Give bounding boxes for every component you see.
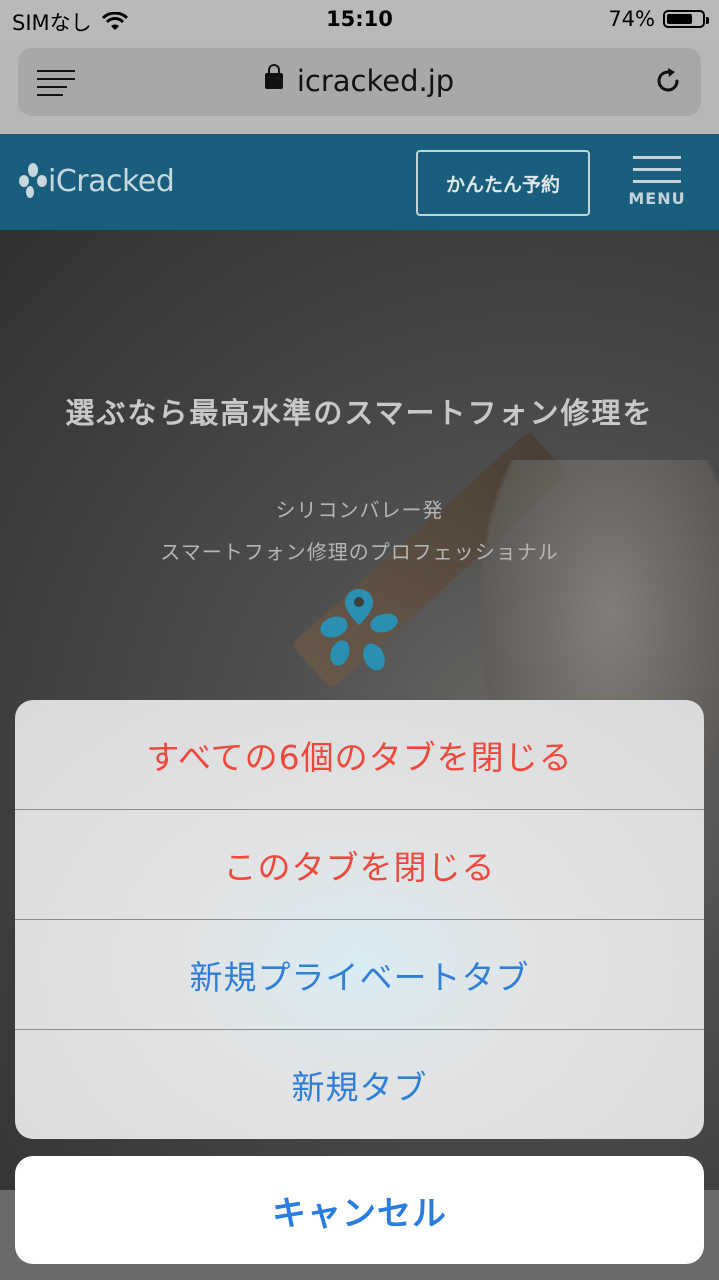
new-private-tab-button[interactable]: 新規プライベートタブ: [15, 920, 704, 1029]
new-tab-button[interactable]: 新規タブ: [15, 1030, 704, 1139]
menu-button[interactable]: MENU: [626, 156, 688, 218]
menu-label: MENU: [628, 189, 686, 208]
url-text: icracked.jp: [296, 64, 455, 98]
site-logo[interactable]: iCracked: [18, 156, 175, 206]
icracked-pin-logo-icon: [320, 589, 398, 671]
tab-action-sheet: すべての6個のタブを閉じる このタブを閉じる 新規プライベートタブ 新規タブ: [15, 700, 704, 1139]
battery-icon: [663, 10, 709, 28]
hero-headline: 選ぶなら最高水準のスマートフォン修理を: [65, 396, 654, 430]
status-bar: SIMなし 15:10 74%: [0, 0, 719, 40]
url-display[interactable]: icracked.jp: [18, 64, 701, 98]
icracked-flower-icon: [19, 163, 47, 198]
hero-subtitle-2: スマートフォン修理のプロフェッショナル: [160, 540, 559, 564]
cancel-button[interactable]: キャンセル: [15, 1156, 704, 1264]
hero-subtitle-1: シリコンバレー発: [275, 498, 444, 522]
reload-icon[interactable]: [653, 66, 683, 96]
reserve-button[interactable]: かんたん予約: [416, 150, 590, 216]
logo-text: iCracked: [48, 163, 175, 199]
lock-icon: [264, 64, 283, 89]
close-all-tabs-button[interactable]: すべての6個のタブを閉じる: [15, 700, 704, 809]
browser-toolbar: icracked.jp: [0, 40, 719, 134]
status-right: 74%: [608, 7, 709, 31]
close-this-tab-button[interactable]: このタブを閉じる: [15, 810, 704, 919]
site-header: iCracked かんたん予約 MENU: [0, 134, 719, 230]
battery-percent: 74%: [608, 7, 655, 31]
address-bar[interactable]: icracked.jp: [18, 48, 701, 116]
